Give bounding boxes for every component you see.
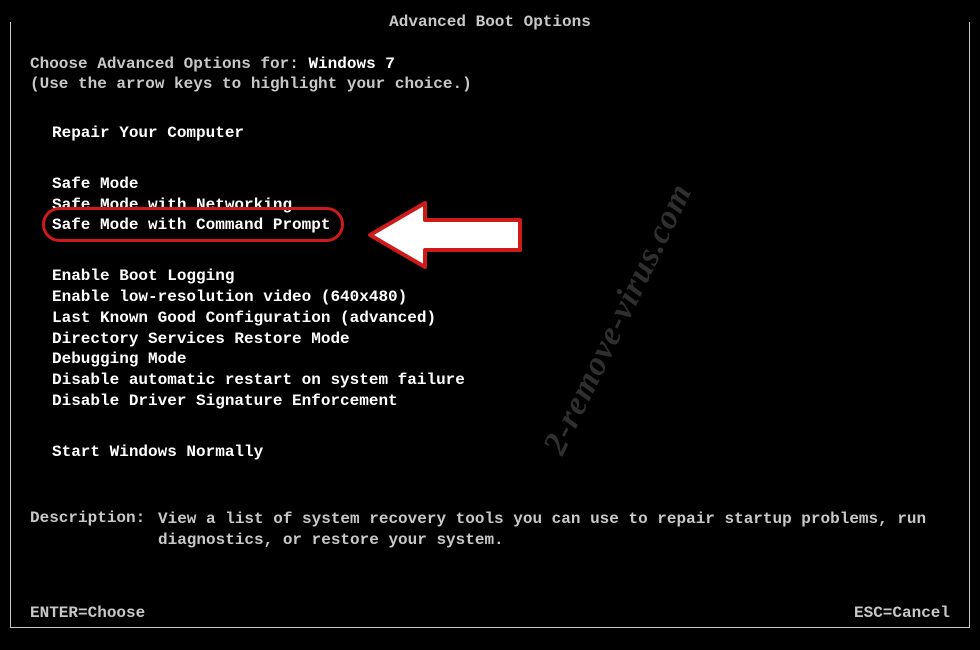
content-area: Choose Advanced Options for: Windows 7 (… [30,55,950,552]
prompt-line: Choose Advanced Options for: Windows 7 [30,55,950,73]
pointer-arrow-icon [365,200,525,275]
option-enable-low-resolution-video[interactable]: Enable low-resolution video (640x480) [52,287,950,308]
option-last-known-good-configuration[interactable]: Last Known Good Configuration (advanced) [52,308,950,329]
option-repair-your-computer[interactable]: Repair Your Computer [52,123,950,144]
prompt-prefix: Choose Advanced Options for: [30,55,308,73]
group-other: Enable Boot Logging Enable low-resolutio… [30,266,950,412]
os-name: Windows 7 [308,55,394,73]
option-safe-mode-command-prompt[interactable]: Safe Mode with Command Prompt [52,215,330,236]
option-disable-driver-signature-enforcement[interactable]: Disable Driver Signature Enforcement [52,391,950,412]
prompt-hint: (Use the arrow keys to highlight your ch… [30,75,950,93]
highlighted-option-wrap: Safe Mode with Command Prompt [52,215,330,236]
title-bar: Advanced Boot Options [11,13,969,31]
option-safe-mode[interactable]: Safe Mode [52,174,950,195]
footer-enter-hint: ENTER=Choose [30,604,145,622]
footer-esc-hint: ESC=Cancel [854,604,950,622]
option-disable-automatic-restart[interactable]: Disable automatic restart on system fail… [52,370,950,391]
window-title: Advanced Boot Options [381,13,599,31]
description-text: View a list of system recovery tools you… [158,509,950,552]
option-directory-services-restore-mode[interactable]: Directory Services Restore Mode [52,329,950,350]
description-block: Description: View a list of system recov… [30,509,950,552]
group-repair: Repair Your Computer [30,123,950,144]
option-debugging-mode[interactable]: Debugging Mode [52,349,950,370]
option-start-windows-normally[interactable]: Start Windows Normally [52,442,950,463]
group-normal: Start Windows Normally [30,442,950,463]
footer-bar: ENTER=Choose ESC=Cancel [30,604,950,622]
description-label: Description: [30,509,158,552]
